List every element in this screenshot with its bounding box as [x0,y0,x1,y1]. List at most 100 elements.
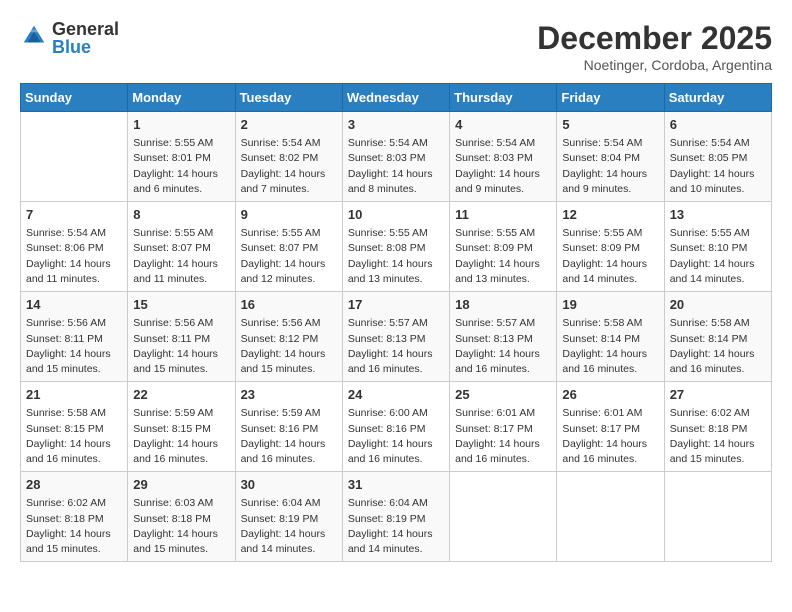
day-number: 30 [241,476,337,494]
calendar-cell: 13 Sunrise: 5:55 AMSunset: 8:10 PMDayligh… [664,202,771,292]
day-number: 24 [348,386,444,404]
calendar-week-3: 21 Sunrise: 5:58 AMSunset: 8:15 PMDayligh… [21,382,772,472]
day-number: 2 [241,116,337,134]
day-number: 9 [241,206,337,224]
day-number: 20 [670,296,766,314]
day-info: Sunrise: 6:04 AMSunset: 8:19 PMDaylight:… [348,496,444,557]
day-info: Sunrise: 6:02 AMSunset: 8:18 PMDaylight:… [670,406,766,467]
logo-general: General [52,20,119,38]
day-number: 1 [133,116,229,134]
calendar-cell [21,112,128,202]
day-info: Sunrise: 5:54 AMSunset: 8:03 PMDaylight:… [348,136,444,197]
day-number: 6 [670,116,766,134]
day-info: Sunrise: 6:02 AMSunset: 8:18 PMDaylight:… [26,496,122,557]
calendar-cell: 20 Sunrise: 5:58 AMSunset: 8:14 PMDayligh… [664,292,771,382]
calendar-cell: 25 Sunrise: 6:01 AMSunset: 8:17 PMDayligh… [450,382,557,472]
day-info: Sunrise: 5:57 AMSunset: 8:13 PMDaylight:… [348,316,444,377]
day-info: Sunrise: 5:54 AMSunset: 8:05 PMDaylight:… [670,136,766,197]
calendar-cell: 3 Sunrise: 5:54 AMSunset: 8:03 PMDaylight… [342,112,449,202]
day-number: 25 [455,386,551,404]
calendar-week-1: 7 Sunrise: 5:54 AMSunset: 8:06 PMDaylight… [21,202,772,292]
day-info: Sunrise: 6:03 AMSunset: 8:18 PMDaylight:… [133,496,229,557]
day-info: Sunrise: 6:01 AMSunset: 8:17 PMDaylight:… [455,406,551,467]
calendar-cell: 21 Sunrise: 5:58 AMSunset: 8:15 PMDayligh… [21,382,128,472]
header-tuesday: Tuesday [235,84,342,112]
day-info: Sunrise: 5:55 AMSunset: 8:10 PMDaylight:… [670,226,766,287]
calendar-cell: 14 Sunrise: 5:56 AMSunset: 8:11 PMDayligh… [21,292,128,382]
calendar-cell: 16 Sunrise: 5:56 AMSunset: 8:12 PMDayligh… [235,292,342,382]
calendar-week-0: 1 Sunrise: 5:55 AMSunset: 8:01 PMDaylight… [21,112,772,202]
day-info: Sunrise: 5:55 AMSunset: 8:07 PMDaylight:… [241,226,337,287]
header-thursday: Thursday [450,84,557,112]
day-number: 13 [670,206,766,224]
day-number: 27 [670,386,766,404]
day-number: 21 [26,386,122,404]
calendar-cell: 23 Sunrise: 5:59 AMSunset: 8:16 PMDayligh… [235,382,342,472]
header-monday: Monday [128,84,235,112]
calendar-cell: 31 Sunrise: 6:04 AMSunset: 8:19 PMDayligh… [342,472,449,562]
day-info: Sunrise: 5:54 AMSunset: 8:03 PMDaylight:… [455,136,551,197]
day-info: Sunrise: 5:59 AMSunset: 8:16 PMDaylight:… [241,406,337,467]
calendar-cell: 28 Sunrise: 6:02 AMSunset: 8:18 PMDayligh… [21,472,128,562]
day-info: Sunrise: 5:54 AMSunset: 8:06 PMDaylight:… [26,226,122,287]
page-header: General Blue December 2025 Noetinger, Co… [20,20,772,73]
day-number: 16 [241,296,337,314]
calendar-cell [557,472,664,562]
logo-icon [20,22,48,55]
day-info: Sunrise: 5:56 AMSunset: 8:11 PMDaylight:… [26,316,122,377]
day-number: 8 [133,206,229,224]
calendar-cell: 5Sunrise: 5:54 AMSunset: 8:04 PMDaylight… [557,112,664,202]
day-number: 31 [348,476,444,494]
calendar-cell: 18Sunrise: 5:57 AMSunset: 8:13 PMDayligh… [450,292,557,382]
day-number: 4 [455,116,551,134]
calendar-cell: 2 Sunrise: 5:54 AMSunset: 8:02 PMDaylight… [235,112,342,202]
day-info: Sunrise: 5:55 AMSunset: 8:09 PMDaylight:… [562,226,658,287]
calendar-cell: 8 Sunrise: 5:55 AMSunset: 8:07 PMDaylight… [128,202,235,292]
title-block: December 2025 Noetinger, Cordoba, Argent… [537,20,772,73]
day-number: 22 [133,386,229,404]
calendar-cell [450,472,557,562]
day-number: 23 [241,386,337,404]
day-number: 11 [455,206,551,224]
day-info: Sunrise: 5:58 AMSunset: 8:14 PMDaylight:… [562,316,658,377]
day-number: 5 [562,116,658,134]
day-info: Sunrise: 6:04 AMSunset: 8:19 PMDaylight:… [241,496,337,557]
calendar-week-4: 28 Sunrise: 6:02 AMSunset: 8:18 PMDayligh… [21,472,772,562]
day-info: Sunrise: 6:00 AMSunset: 8:16 PMDaylight:… [348,406,444,467]
logo: General Blue [20,20,119,56]
calendar-cell: 11 Sunrise: 5:55 AMSunset: 8:09 PMDayligh… [450,202,557,292]
day-number: 14 [26,296,122,314]
day-info: Sunrise: 5:56 AMSunset: 8:12 PMDaylight:… [241,316,337,377]
day-number: 3 [348,116,444,134]
day-number: 10 [348,206,444,224]
header-sunday: Sunday [21,84,128,112]
header-wednesday: Wednesday [342,84,449,112]
day-info: Sunrise: 5:54 AMSunset: 8:02 PMDaylight:… [241,136,337,197]
calendar-cell: 12 Sunrise: 5:55 AMSunset: 8:09 PMDayligh… [557,202,664,292]
day-info: Sunrise: 6:01 AMSunset: 8:17 PMDaylight:… [562,406,658,467]
calendar-table: Sunday Monday Tuesday Wednesday Thursday… [20,83,772,562]
day-number: 29 [133,476,229,494]
day-info: Sunrise: 5:58 AMSunset: 8:14 PMDaylight:… [670,316,766,377]
location-subtitle: Noetinger, Cordoba, Argentina [537,57,772,73]
day-number: 19 [562,296,658,314]
calendar-cell: 24 Sunrise: 6:00 AMSunset: 8:16 PMDayligh… [342,382,449,472]
day-info: Sunrise: 5:55 AMSunset: 8:09 PMDaylight:… [455,226,551,287]
calendar-cell: 10Sunrise: 5:55 AMSunset: 8:08 PMDayligh… [342,202,449,292]
calendar-cell: 6 Sunrise: 5:54 AMSunset: 8:05 PMDaylight… [664,112,771,202]
calendar-cell: 9 Sunrise: 5:55 AMSunset: 8:07 PMDaylight… [235,202,342,292]
day-info: Sunrise: 5:57 AMSunset: 8:13 PMDaylight:… [455,316,551,377]
calendar-cell: 27 Sunrise: 6:02 AMSunset: 8:18 PMDayligh… [664,382,771,472]
day-number: 12 [562,206,658,224]
day-info: Sunrise: 5:55 AMSunset: 8:07 PMDaylight:… [133,226,229,287]
logo-text: General Blue [52,20,119,56]
day-number: 7 [26,206,122,224]
calendar-cell: 1 Sunrise: 5:55 AMSunset: 8:01 PMDaylight… [128,112,235,202]
calendar-cell: 30 Sunrise: 6:04 AMSunset: 8:19 PMDayligh… [235,472,342,562]
day-info: Sunrise: 5:58 AMSunset: 8:15 PMDaylight:… [26,406,122,467]
calendar-cell: 22 Sunrise: 5:59 AMSunset: 8:15 PMDayligh… [128,382,235,472]
day-number: 17 [348,296,444,314]
day-info: Sunrise: 5:59 AMSunset: 8:15 PMDaylight:… [133,406,229,467]
day-info: Sunrise: 5:55 AMSunset: 8:01 PMDaylight:… [133,136,229,197]
day-number: 28 [26,476,122,494]
